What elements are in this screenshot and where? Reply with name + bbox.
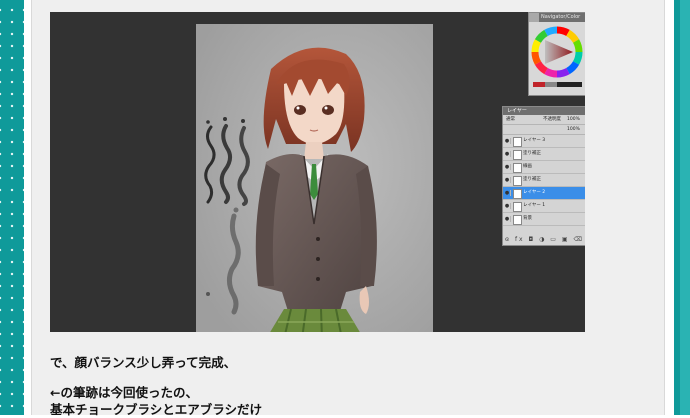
- visibility-eye-icon[interactable]: ●: [504, 177, 511, 183]
- layers-blend-bar: 通常 不透明度 100%: [503, 115, 585, 125]
- layer-row[interactable]: ● レイヤー 3: [503, 135, 585, 148]
- visibility-eye-icon[interactable]: ●: [504, 190, 511, 196]
- color-wheel[interactable]: [529, 22, 585, 94]
- blend-mode-select[interactable]: 通常: [506, 117, 515, 122]
- visibility-eye-icon[interactable]: ●: [504, 164, 511, 170]
- layer-thumbnail: [513, 176, 522, 186]
- layer-name: レイヤー 1: [523, 203, 546, 208]
- visibility-eye-icon[interactable]: ●: [504, 151, 511, 157]
- layer-row[interactable]: ● 背景: [503, 213, 585, 226]
- right-decorative-inner-strip: [680, 0, 690, 415]
- color-panel: Navigator/Color: [528, 12, 585, 96]
- painting-screenshot: Navigator/Color レイヤー 通常 不透明度 100% 100% ●…: [50, 12, 585, 332]
- visibility-eye-icon[interactable]: ●: [504, 203, 511, 209]
- painting-canvas: [196, 24, 433, 332]
- color-panel-tab[interactable]: [529, 13, 539, 22]
- article-line-1: で、顔バランス少し弄って完成、: [50, 355, 237, 370]
- layer-row[interactable]: ● レイヤー 2: [503, 187, 585, 200]
- layer-row[interactable]: ● レイヤー 1: [503, 200, 585, 213]
- visibility-eye-icon[interactable]: ●: [504, 216, 511, 222]
- layer-thumbnail: [513, 150, 522, 160]
- visibility-eye-icon[interactable]: ●: [504, 138, 511, 144]
- article-line-3: 基本チョークブラシとエアブラシだけ: [50, 402, 263, 417]
- layer-thumbnail: [513, 189, 522, 199]
- layers-lock-bar: 100%: [503, 125, 585, 135]
- layers-panel: レイヤー 通常 不透明度 100% 100% ● レイヤー 3 ● 塗り補正 ● 線画 ● 塗…: [502, 106, 585, 246]
- left-decorative-strip: [0, 0, 24, 415]
- anime-girl-illustration: [196, 24, 433, 332]
- fill-value[interactable]: 100%: [567, 125, 580, 134]
- layer-thumbnail: [513, 137, 522, 147]
- layer-name: 塗り補正: [523, 177, 541, 182]
- layers-footer-icons[interactable]: ɞ fx ◘ ◑ ▭ ▣ ⌫: [503, 235, 585, 245]
- layer-list: ● レイヤー 3 ● 塗り補正 ● 線画 ● 塗り補正 ● レイヤー 2 ● レイヤー 1 ● 背景: [503, 135, 585, 226]
- layer-row[interactable]: ● 塗り補正: [503, 148, 585, 161]
- layer-name: 背景: [523, 216, 532, 221]
- layer-name: 塗り補正: [523, 151, 541, 156]
- opacity-value[interactable]: 100%: [567, 115, 580, 124]
- layer-thumbnail: [513, 202, 522, 212]
- layer-row[interactable]: ● 塗り補正: [503, 174, 585, 187]
- layer-name: 線画: [523, 164, 532, 169]
- layers-panel-title: レイヤー: [503, 107, 585, 115]
- layer-name: レイヤー 3: [523, 138, 546, 143]
- layer-name: レイヤー 2: [523, 190, 546, 195]
- layer-thumbnail: [513, 163, 522, 173]
- layer-row[interactable]: ● 線画: [503, 161, 585, 174]
- opacity-label: 不透明度: [543, 117, 561, 122]
- layer-thumbnail: [513, 215, 522, 225]
